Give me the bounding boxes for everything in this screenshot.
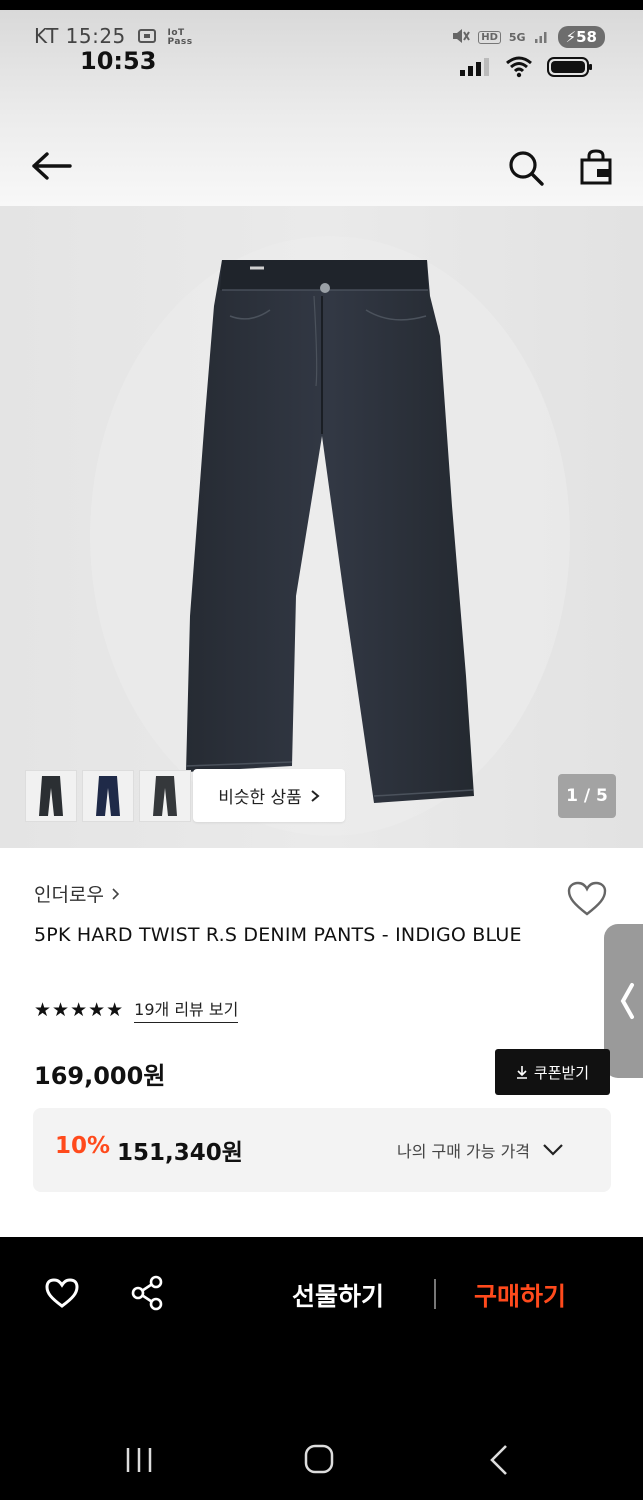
image-counter: 1 / 5 (558, 774, 616, 818)
screen-record-icon (137, 26, 157, 50)
heart-icon (45, 1278, 79, 1308)
star-rating: ★★★★★ (34, 998, 125, 1021)
top-black-strip (0, 0, 643, 10)
chevron-down-icon (543, 1144, 563, 1156)
iot-pass-label: IoT Pass (167, 27, 193, 47)
share-button[interactable] (130, 1275, 164, 1311)
wishlist-button[interactable] (44, 1277, 80, 1309)
battery-level: 58 (576, 28, 597, 46)
chevron-left-icon (620, 983, 634, 1019)
header-area: KT 15:25 IoT Pass 10:53 HD 5G ⚡58 (0, 10, 643, 206)
cell-signal-icon (459, 57, 491, 81)
jeans-photo (90, 236, 570, 836)
my-price-toggle[interactable]: 나의 구매 가능 가격 (397, 1138, 564, 1162)
home-button[interactable] (303, 1443, 335, 1475)
status-icons-top: HD 5G ⚡58 (450, 26, 605, 48)
like-button[interactable] (566, 880, 608, 918)
thumbnail-strip (25, 770, 191, 822)
thumbnail-navy[interactable] (82, 770, 134, 822)
network-5g-icon: 5G (508, 30, 526, 44)
recent-apps-icon (126, 1448, 152, 1472)
gift-button[interactable]: 선물하기 (292, 1277, 384, 1313)
arrow-left-icon (32, 152, 72, 180)
product-detail-page: KT 15:25 IoT Pass 10:53 HD 5G ⚡58 비슷한 상품… (0, 0, 643, 1500)
search-button[interactable] (506, 148, 546, 188)
original-price: 169,000원 (34, 1062, 166, 1090)
review-link[interactable]: 19개 리뷰 보기 (134, 996, 239, 1023)
thumbnail-black[interactable] (25, 770, 77, 822)
jeans-thumb-icon (96, 776, 120, 816)
chevron-right-icon (112, 887, 120, 900)
thumbnail-charcoal[interactable] (139, 770, 191, 822)
coupon-label: 쿠폰받기 (533, 1063, 590, 1082)
rating-row: ★★★★★ 19개 리뷰 보기 (34, 996, 239, 1023)
jeans-thumb-icon (39, 776, 63, 816)
status-left: KT 15:25 IoT Pass (34, 24, 193, 50)
brand-name: 인더로우 (34, 884, 104, 906)
battery-badge: ⚡58 (557, 26, 605, 48)
search-icon (509, 151, 544, 186)
system-back-button[interactable] (488, 1443, 510, 1477)
shopping-bag-icon (580, 149, 612, 185)
back-button[interactable] (30, 150, 74, 182)
action-divider (434, 1279, 436, 1309)
cart-button[interactable] (578, 148, 614, 186)
battery-icon (547, 56, 593, 82)
clock: 10:53 (80, 47, 157, 75)
share-icon (131, 1275, 163, 1311)
chevron-right-icon (311, 789, 320, 802)
home-icon (304, 1444, 334, 1474)
back-chevron-icon (490, 1445, 507, 1475)
discount-price-box[interactable]: 10% 151,340원 나의 구매 가능 가격 (33, 1108, 611, 1192)
bottom-action-bar: 선물하기 구매하기 (0, 1237, 643, 1500)
product-image[interactable]: 비슷한 상품 1 / 5 (0, 206, 643, 848)
status-icons-bottom (459, 56, 593, 82)
jeans-thumb-icon (153, 776, 177, 816)
product-title: 5PK HARD TWIST R.S DENIM PANTS - INDIGO … (34, 924, 522, 946)
buy-button[interactable]: 구매하기 (474, 1277, 566, 1313)
signal-icon (534, 28, 550, 47)
wifi-icon (505, 56, 533, 82)
brand-link[interactable]: 인더로우 (34, 880, 120, 907)
coupon-button[interactable]: 쿠폰받기 (495, 1049, 610, 1095)
similar-products-button[interactable]: 비슷한 상품 (193, 769, 345, 822)
discount-price: 151,340원 (117, 1140, 243, 1166)
mute-icon (450, 27, 471, 48)
heart-icon (567, 881, 607, 916)
similar-products-label: 비슷한 상품 (218, 788, 302, 808)
system-navigation-bar (0, 1437, 643, 1481)
discount-rate: 10% (55, 1133, 111, 1159)
recent-apps-button[interactable] (124, 1445, 154, 1475)
carrier-time: KT 15:25 (34, 24, 126, 48)
hd-icon: HD (478, 30, 501, 44)
download-icon (516, 1066, 527, 1079)
my-price-label: 나의 구매 가능 가격 (397, 1142, 531, 1161)
